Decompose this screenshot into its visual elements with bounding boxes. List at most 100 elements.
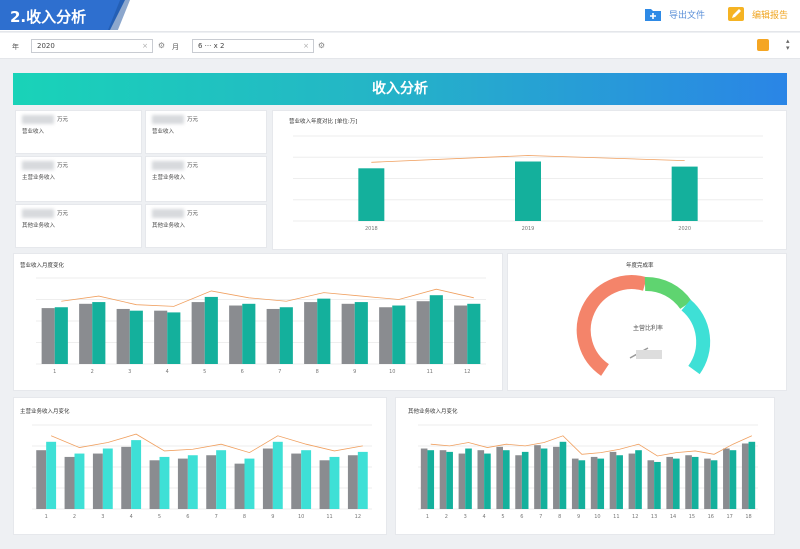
kpi-unit: 万元 (187, 117, 199, 123)
chart-bar (590, 456, 598, 509)
month-label: 月 (172, 43, 179, 51)
chart-bar (242, 303, 256, 364)
kpi-label: 主营业务收入 (152, 175, 186, 181)
filter-bar: 年 2020 × ⚙ 月 6 ··· x 2 × ⚙ (0, 33, 800, 59)
chart-bar (291, 453, 302, 509)
kpi-card: 万元 营业收入 (145, 110, 267, 154)
trend-line (50, 433, 363, 454)
kpi-unit: 万元 (57, 117, 69, 123)
x-tick-label: 7 (278, 369, 281, 375)
settings-icon[interactable]: ⚙ (317, 41, 326, 50)
x-tick-label: 5 (501, 514, 504, 520)
year-value: 2020 (37, 42, 55, 50)
trend-chart-title: 营业收入年度对比 [单位:万] (289, 119, 358, 125)
clear-icon[interactable]: × (142, 42, 148, 50)
collapse-toggle-icon[interactable]: ▴ ▾ (786, 38, 790, 52)
chart-bar (439, 450, 447, 509)
chart-bar (131, 440, 142, 509)
x-tick-label: 2018 (365, 226, 378, 232)
chart-bar (559, 441, 567, 509)
gauge-chart: 主营比利率 (576, 275, 711, 376)
trend-line (61, 288, 474, 307)
chart-bar (354, 302, 368, 364)
chart-bar (521, 451, 529, 509)
chart-bar (301, 450, 312, 509)
x-tick-label: 2020 (678, 226, 691, 232)
chart-bar (272, 441, 283, 509)
x-tick-label: 8 (558, 514, 561, 520)
x-tick-label: 5 (158, 514, 161, 520)
chart-bar (317, 298, 331, 364)
x-tick-label: 10 (298, 514, 304, 520)
chart-bar (154, 310, 168, 364)
chart-bar (540, 448, 548, 509)
chart-bar (710, 460, 718, 509)
export-button[interactable]: 导出文件 (645, 7, 705, 21)
kpi-unit: 万元 (57, 211, 69, 217)
clear-icon[interactable]: × (303, 42, 309, 50)
month-select[interactable]: 6 ··· x 2 × (192, 39, 314, 53)
chart-bar (79, 303, 93, 364)
bottom-right-chart: 1 2 3 4 5 6 7 8 9 10 11 12 13 14 15 16 17 18 (418, 424, 758, 520)
report-title-tab: 2.收入分析 (0, 0, 125, 30)
query-button[interactable] (757, 39, 769, 51)
top-bar: 2.收入分析 导出文件 编辑报告 (0, 0, 800, 32)
trend-chart-panel: 营业收入年度对比 [单位:万] 2018 2019 2020 (272, 110, 787, 250)
kpi-card: 万元 主营业务收入 (15, 156, 142, 202)
chart-bar (102, 448, 113, 509)
report-title: 2.收入分析 (10, 8, 87, 26)
chart-bar (597, 458, 605, 509)
x-tick-label: 11 (427, 369, 433, 375)
chart-bar (571, 458, 579, 509)
trend-chart: 2018 2019 2020 (293, 135, 763, 232)
bottom-right-chart-panel: 其他业务收入月变化 1 2 3 4 5 6 7 8 9 10 11 12 13 14 15 16 17 18 (395, 397, 775, 535)
banner-title: 收入分析 (372, 81, 428, 97)
chart-bar (685, 455, 692, 509)
chart-bar (429, 295, 443, 364)
x-tick-label: 11 (326, 514, 332, 520)
chart-bar (515, 455, 522, 509)
chart-bar (54, 307, 68, 364)
x-tick-label: 9 (577, 514, 580, 520)
chart-bar (379, 307, 393, 364)
x-tick-label: 2 (91, 369, 94, 375)
chart-bar (357, 451, 368, 509)
chart-bar (704, 458, 711, 509)
x-tick-label: 1 (45, 514, 48, 520)
gauge-panel: 年度完成率 主营比利率 (507, 253, 787, 391)
chart-bar (159, 456, 170, 509)
x-tick-label: 14 (670, 514, 676, 520)
edit-label: 编辑报告 (752, 10, 789, 21)
x-tick-label: 12 (355, 514, 361, 520)
chart-bar (741, 443, 749, 509)
x-tick-label: 5 (203, 369, 206, 375)
x-tick-label: 7 (215, 514, 218, 520)
chart-bar (673, 458, 680, 509)
chart-bar (129, 310, 143, 364)
kpi-label: 其他业务收入 (152, 223, 186, 229)
edit-report-button[interactable]: 编辑报告 (728, 7, 788, 21)
chart-bar (64, 456, 75, 509)
chart-bar (116, 308, 130, 364)
chart-bar (229, 305, 243, 364)
kpi-value (22, 161, 54, 170)
chart-bar (41, 308, 55, 364)
export-label: 导出文件 (669, 10, 706, 21)
x-tick-label: 9 (353, 369, 356, 375)
x-tick-label: 4 (166, 369, 169, 375)
settings-icon[interactable]: ⚙ (157, 41, 166, 50)
x-tick-label: 17 (726, 514, 732, 520)
x-tick-label: 1 (426, 514, 429, 520)
chart-bar (465, 448, 472, 509)
year-select[interactable]: 2020 × (31, 39, 153, 53)
chart-bar (609, 451, 617, 509)
kpi-value (22, 209, 54, 218)
x-tick-label: 11 (613, 514, 619, 520)
chart-bar (244, 458, 255, 509)
kpi-value (152, 161, 184, 170)
x-tick-label: 6 (520, 514, 523, 520)
chart-bar (467, 303, 481, 364)
chart-bar (729, 450, 737, 509)
monthly-chart: 1 2 3 4 5 6 7 8 9 10 11 12 (36, 277, 486, 375)
chart-bar (46, 441, 57, 509)
